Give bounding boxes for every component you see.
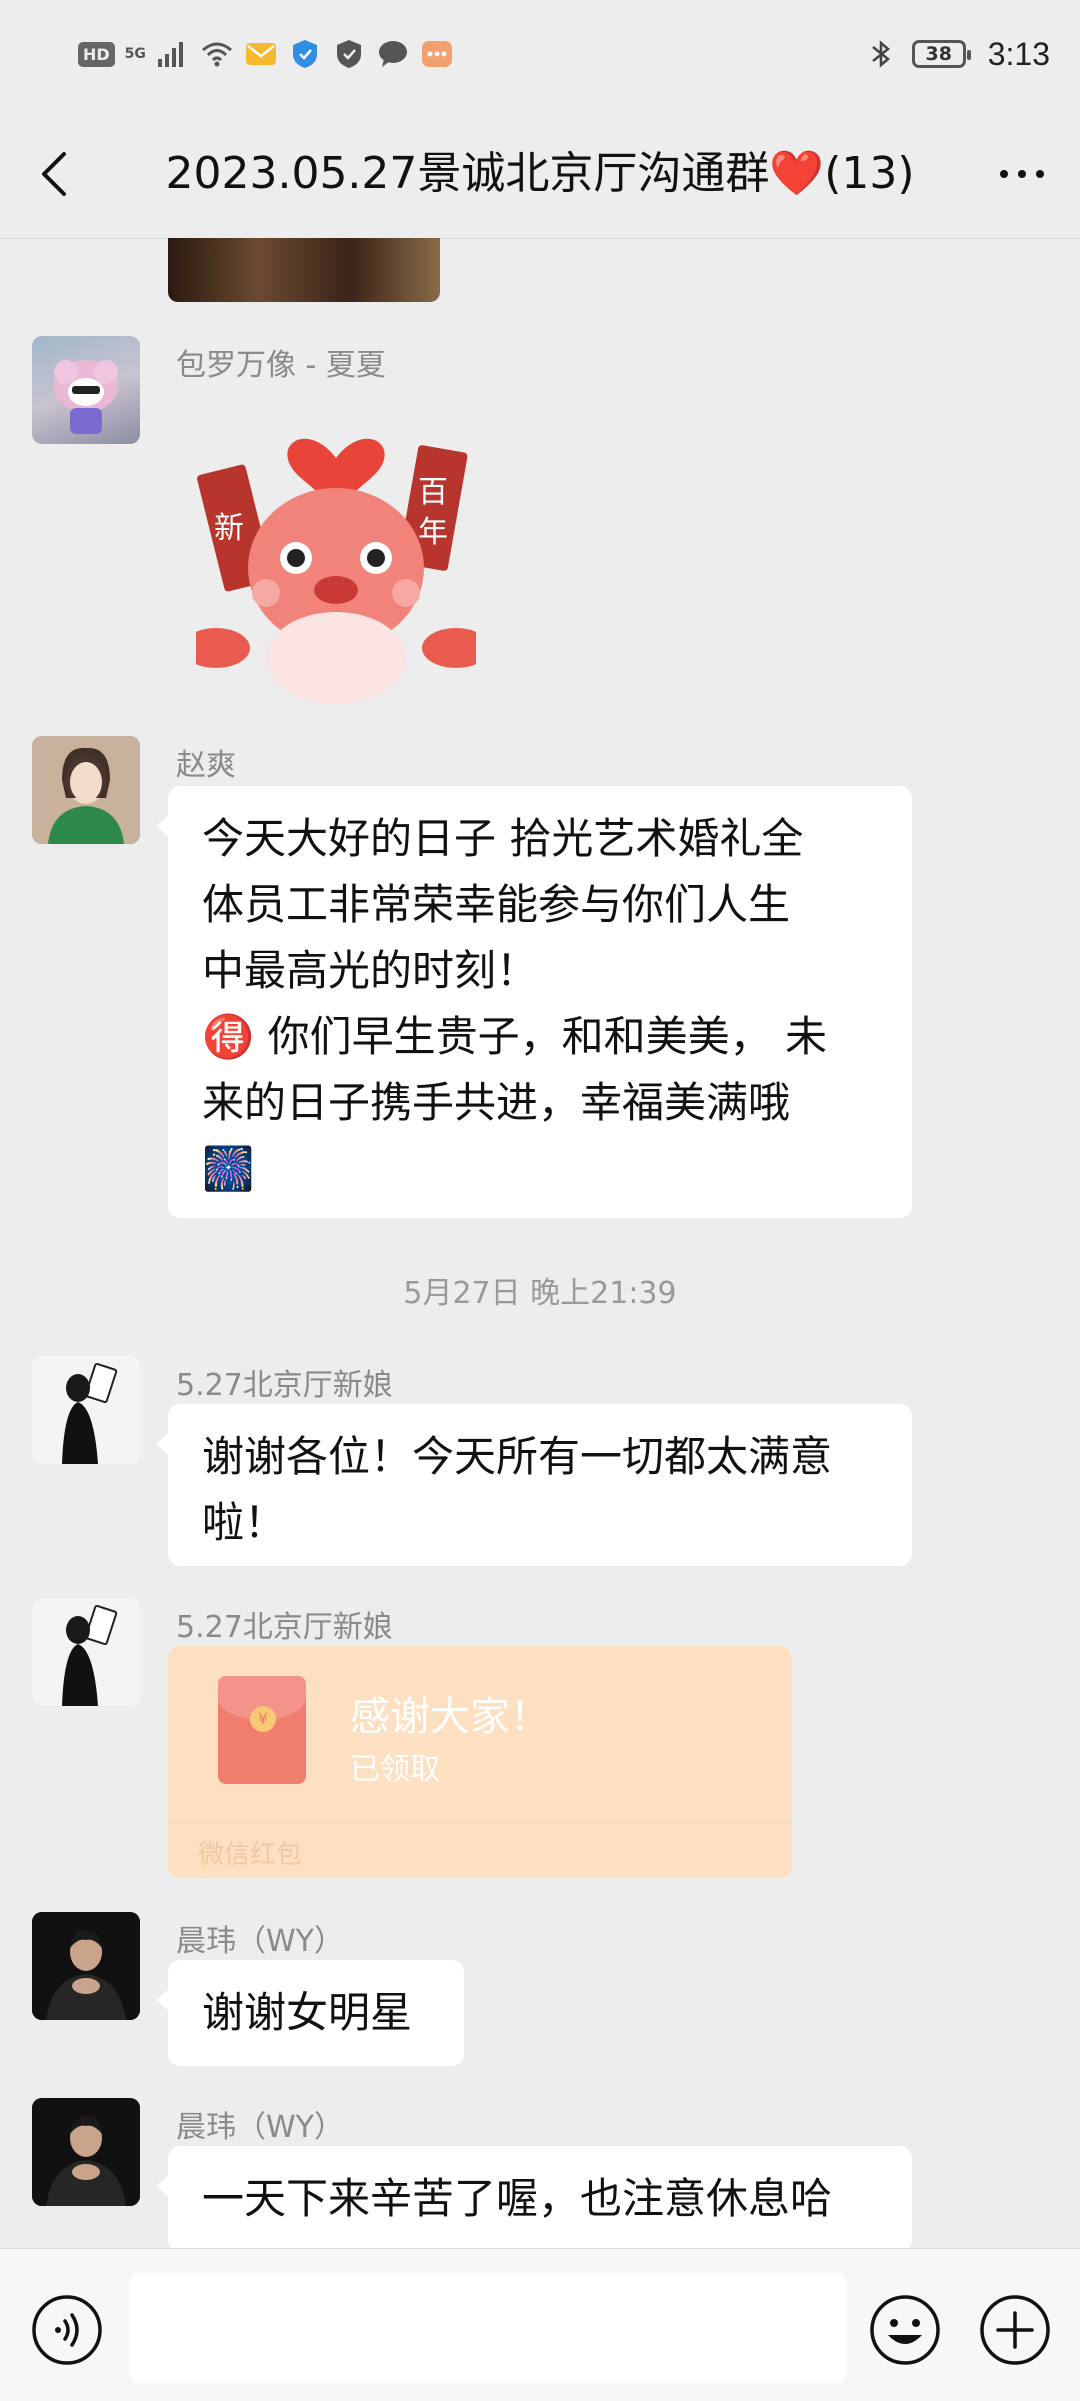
message-line: 啦！: [202, 1498, 287, 1547]
signal-icon: [157, 42, 183, 67]
message-line: 今天大好的日子 拾光艺术婚礼全: [202, 814, 804, 863]
message-line: 体员工非常荣幸能参与你们人生: [202, 880, 791, 929]
red-packet-status: 已领取: [350, 1752, 440, 1787]
network-type: 5G: [124, 46, 146, 62]
message-icon: [421, 41, 452, 67]
emoji-icon[interactable]: [868, 2293, 942, 2367]
chat-header: 2023.05.27景诚北京厅沟通群❤️(13): [0, 110, 1080, 239]
message-line: 中最高光的时刻！: [202, 946, 539, 995]
avatar[interactable]: [32, 336, 140, 444]
portrait-woman-icon: [32, 736, 140, 844]
sender-name: 晨玮（WY）: [176, 1924, 344, 1959]
bird-sticker-icon: 新 百 年: [182, 438, 490, 704]
text-message-bubble[interactable]: 谢谢各位！今天所有一切都太满意 啦！: [156, 1404, 912, 1566]
more-options-icon[interactable]: [992, 146, 1052, 202]
text-message-bubble[interactable]: 一天下来辛苦了喔，也注意休息哈: [156, 2146, 912, 2248]
bluetooth-icon: [871, 40, 890, 68]
avatar[interactable]: [32, 1598, 140, 1706]
shield-blue-icon: [292, 40, 317, 68]
message-timestamp: 5月27日 晚上21:39: [403, 1276, 677, 1311]
sender-name: 包罗万像 - 夏夏: [176, 348, 386, 383]
wifi-icon: [201, 42, 232, 67]
status-time: 3:13: [987, 35, 1050, 72]
input-bar: [0, 2248, 1080, 2401]
avatar[interactable]: [32, 736, 140, 844]
status-icons-right: 38 3:13: [864, 30, 1050, 78]
sender-name: 5.27北京厅新娘: [176, 1610, 393, 1645]
svg-text:年: 年: [418, 515, 448, 550]
red-packet-divider: [168, 1822, 792, 1823]
voice-input-icon[interactable]: [30, 2293, 104, 2367]
hd-badge: HD: [78, 41, 115, 67]
sender-name: 赵爽: [176, 748, 236, 783]
text-message-bubble[interactable]: 谢谢女明星: [156, 1960, 464, 2066]
partial-image-message[interactable]: [168, 238, 440, 302]
status-bar: HD 5G 38 3:13: [0, 0, 1080, 110]
sheep-avatar-icon: [54, 360, 118, 434]
message-line: 谢谢各位！今天所有一切都太满意: [202, 1432, 833, 1481]
battery-indicator: 38: [911, 40, 971, 68]
message-line: 🎆: [202, 1144, 255, 1193]
add-attachment-icon[interactable]: [978, 2293, 1052, 2367]
avatar[interactable]: [32, 1912, 140, 2020]
mail-icon: [245, 43, 276, 65]
portrait-man-icon: [32, 2098, 140, 2206]
red-packet-message[interactable]: ¥ 感谢大家！ 已领取 微信红包: [168, 1646, 792, 1878]
sender-name: 5.27北京厅新娘: [176, 1368, 393, 1403]
sender-name: 晨玮（WY）: [176, 2110, 344, 2145]
red-packet-title: 感谢大家！: [350, 1694, 550, 1740]
shield-icon: [336, 40, 361, 68]
svg-text:新: 新: [214, 511, 244, 546]
bride-silhouette-icon: [32, 1598, 140, 1706]
portrait-man-icon: [32, 1912, 140, 2020]
message-line: 🉐 你们早生贵子，和和美美， 未: [202, 1012, 827, 1061]
text-message-bubble[interactable]: 今天大好的日子 拾光艺术婚礼全 体员工非常荣幸能参与你们人生 中最高光的时刻！ …: [156, 786, 912, 1218]
chat-title: 2023.05.27景诚北京厅沟通群❤️(13): [165, 148, 915, 199]
chat-bubble-icon: [378, 41, 407, 67]
red-envelope-icon: ¥: [218, 1676, 306, 1784]
status-icons-left: HD 5G: [78, 30, 454, 78]
message-line: 谢谢女明星: [202, 1988, 413, 2037]
avatar[interactable]: [32, 1356, 140, 1464]
svg-text:百: 百: [418, 475, 448, 510]
sticker-message[interactable]: 新 百 年: [182, 418, 490, 708]
message-list[interactable]: 包罗万像 - 夏夏 新 百 年 赵爽 今天大好的日子 拾光艺术婚礼全 体员工非常…: [0, 238, 1080, 2248]
avatar[interactable]: [32, 2098, 140, 2206]
message-line: 来的日子携手共进，幸福美满哦: [202, 1078, 791, 1127]
message-input[interactable]: [130, 2273, 846, 2383]
bride-silhouette-icon: [32, 1356, 140, 1464]
red-packet-label: 微信红包: [198, 1840, 303, 1870]
message-line: 一天下来辛苦了喔，也注意休息哈: [202, 2174, 833, 2223]
